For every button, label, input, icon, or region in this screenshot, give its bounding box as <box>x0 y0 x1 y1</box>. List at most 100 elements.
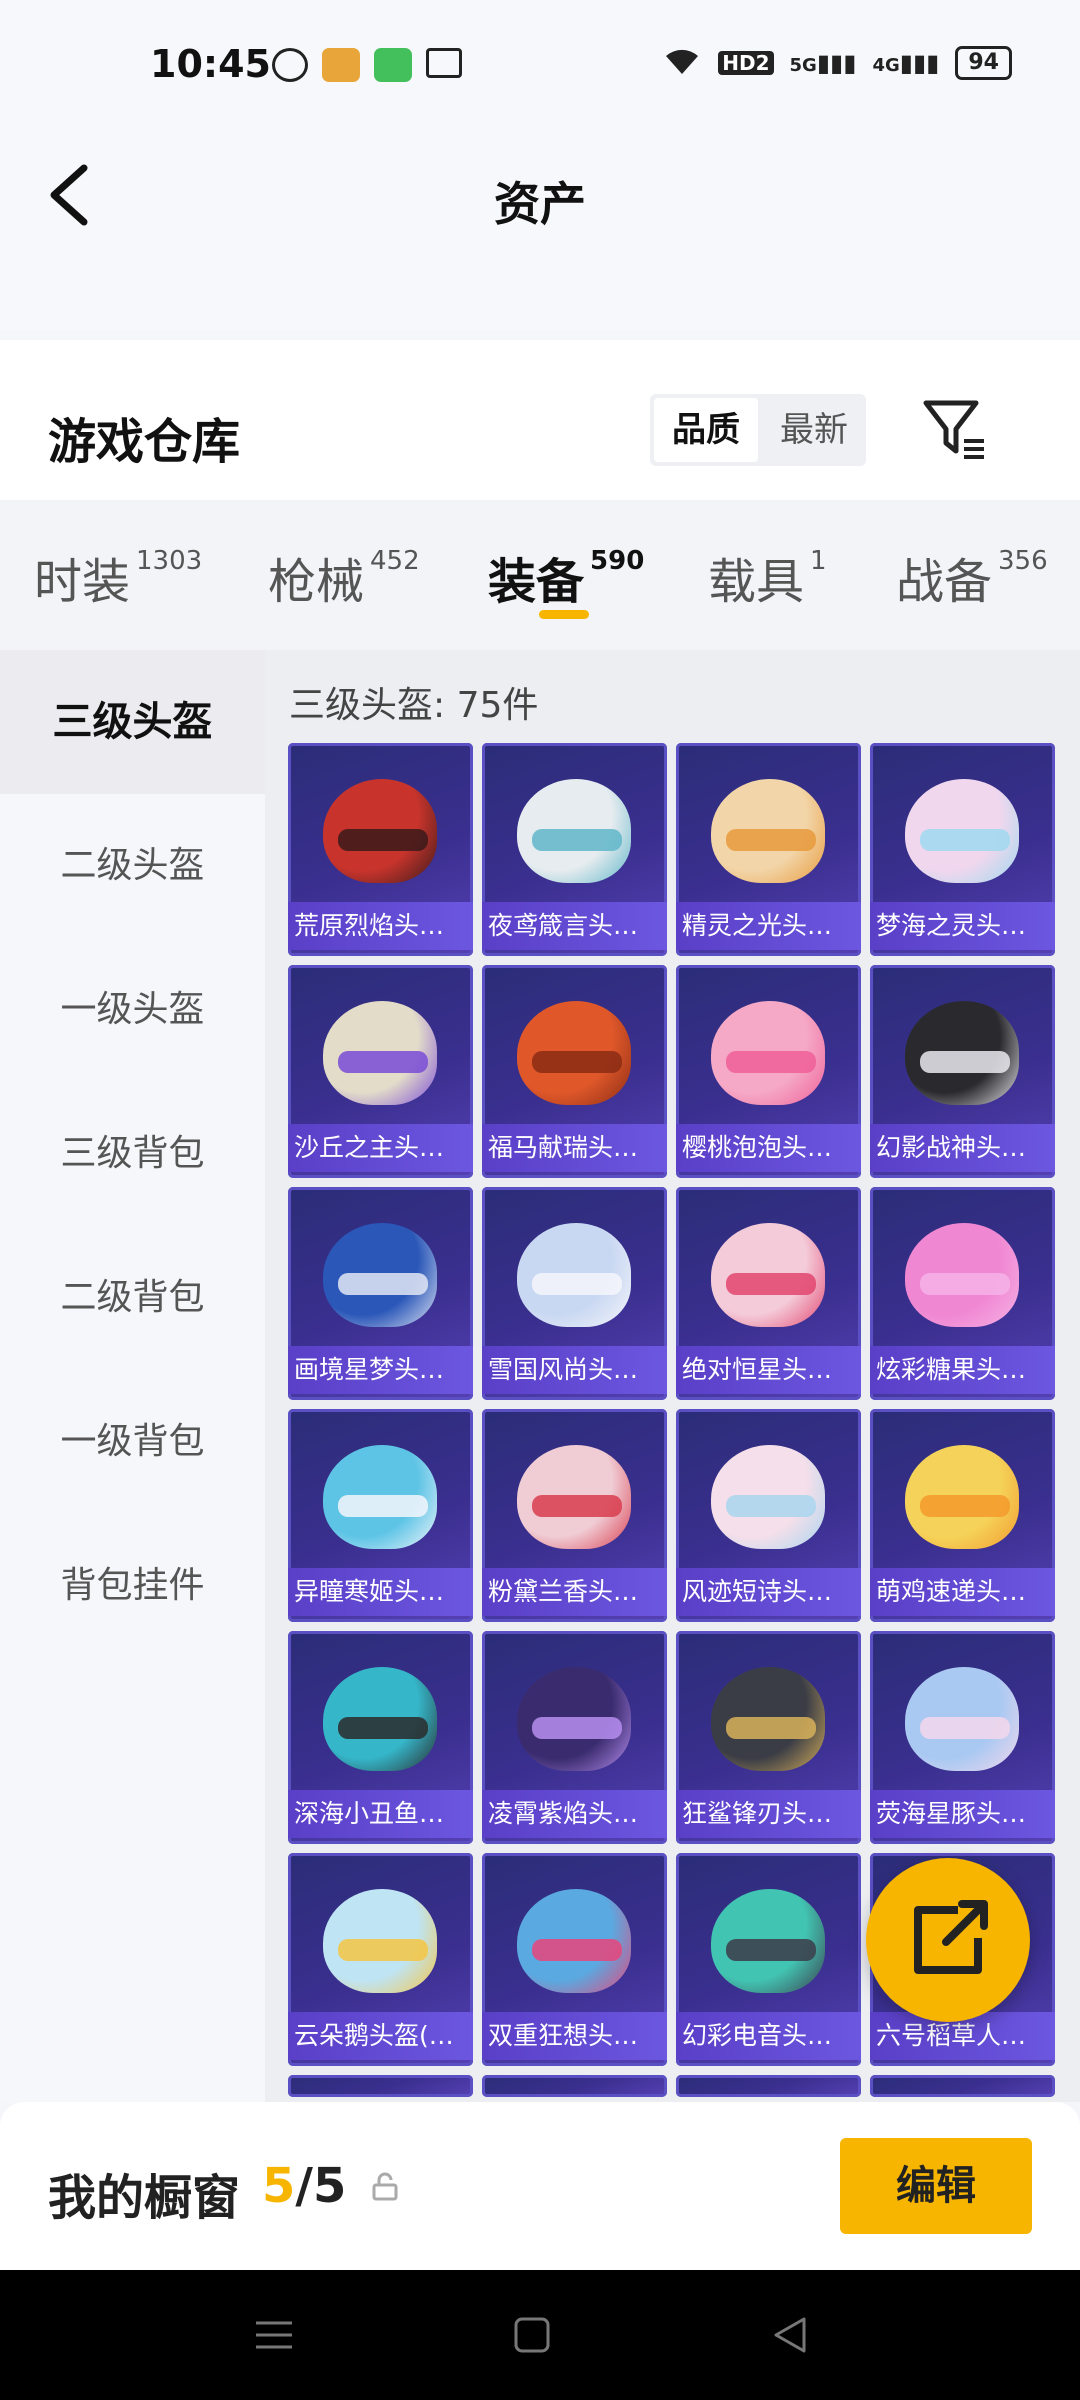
edit-button[interactable]: 编辑 <box>840 2138 1032 2234</box>
mail-icon <box>426 48 462 78</box>
item-name: 荧海星豚头盔... <box>870 1790 1055 1838</box>
showcase-total: 5 <box>312 2158 347 2214</box>
sidebar-item-level1-helmet[interactable]: 一级头盔 <box>0 938 265 1082</box>
hd-badge: HD2 <box>718 51 774 75</box>
item-card[interactable]: 狂鲨锋刃头盔... <box>676 1631 861 1844</box>
grid-title: 三级头盔: 75件 <box>289 685 539 726</box>
sidebar-item-backpack-charm[interactable]: 背包挂件 <box>0 1514 265 1658</box>
status-time: 10:45 <box>150 42 271 86</box>
helmet-visor <box>532 1717 622 1739</box>
showcase-current: 5 <box>262 2158 296 2214</box>
signal-5g-icon: 5G▮▮▮ <box>789 49 857 77</box>
item-name: 樱桃泡泡头盔... <box>676 1124 861 1172</box>
network-label-5g: 5G <box>789 55 817 76</box>
showcase-separator: / <box>295 2158 313 2214</box>
tab-weapons[interactable]: 枪械 452 <box>268 542 420 612</box>
item-card[interactable]: 梦海之灵头盔... <box>870 743 1055 956</box>
helmet-visor <box>532 1939 622 1961</box>
item-card[interactable]: 夜鸢箴言头盔... <box>482 743 667 956</box>
back-nav-icon[interactable] <box>768 2313 812 2357</box>
item-card[interactable]: 沙丘之主头盔... <box>288 965 473 1178</box>
helmet-visor <box>920 1273 1010 1295</box>
item-name: 画境星梦头盔... <box>288 1346 473 1394</box>
item-name: 幻影战神头盔... <box>870 1124 1055 1172</box>
item-card[interactable] <box>676 2075 861 2097</box>
tab-count: 1303 <box>136 546 203 576</box>
tab-count: 356 <box>998 546 1048 576</box>
active-tab-indicator <box>539 610 589 619</box>
item-card[interactable] <box>870 2075 1055 2097</box>
home-icon[interactable] <box>510 2313 554 2357</box>
sort-toggle: 品质 最新 <box>650 394 866 466</box>
item-card[interactable]: 画境星梦头盔... <box>288 1187 473 1400</box>
share-icon <box>914 1900 988 1974</box>
item-name: 粉黛兰香头盔... <box>482 1568 667 1616</box>
tab-label: 装备 <box>488 554 585 610</box>
sidebar-item-level3-backpack[interactable]: 三级背包 <box>0 1082 265 1226</box>
item-name: 幻彩电音头盔... <box>676 2012 861 2060</box>
item-card[interactable]: 粉黛兰香头盔... <box>482 1409 667 1622</box>
sort-quality-button[interactable]: 品质 <box>654 398 758 462</box>
item-card[interactable]: 萌鸡速递头盔... <box>870 1409 1055 1622</box>
item-card[interactable]: 幻影战神头盔... <box>870 965 1055 1178</box>
page-title: 资产 <box>494 177 586 231</box>
helmet-visor <box>726 1051 816 1073</box>
item-card[interactable]: 云朵鹅头盔(3... <box>288 1853 473 2066</box>
status-indicators: HD2 5G▮▮▮ 4G▮▮▮ 94 <box>662 44 1012 82</box>
item-card[interactable]: 幻彩电音头盔... <box>676 1853 861 2066</box>
item-name: 双重狂想头盔... <box>482 2012 667 2060</box>
item-card[interactable]: 凌霄紫焰头盔... <box>482 1631 667 1844</box>
sidebar-item-level3-helmet[interactable]: 三级头盔 <box>0 650 265 794</box>
item-name: 梦海之灵头盔... <box>870 902 1055 950</box>
sidebar-item-level2-helmet[interactable]: 二级头盔 <box>0 794 265 938</box>
item-card[interactable] <box>482 2075 667 2097</box>
game-app-icon <box>322 48 360 82</box>
item-name: 炫彩糖果头盔... <box>870 1346 1055 1394</box>
item-name: 异瞳寒姬头盔... <box>288 1568 473 1616</box>
filter-button[interactable] <box>920 395 990 465</box>
notification-icons <box>272 48 462 82</box>
item-card[interactable]: 福马献瑞头盔... <box>482 965 667 1178</box>
item-card[interactable]: 樱桃泡泡头盔... <box>676 965 861 1178</box>
battery-icon: 94 <box>955 46 1012 80</box>
item-name: 福马献瑞头盔... <box>482 1124 667 1172</box>
item-card[interactable]: 异瞳寒姬头盔... <box>288 1409 473 1622</box>
sidebar-item-level2-backpack[interactable]: 二级背包 <box>0 1226 265 1370</box>
menu-icon[interactable] <box>252 2313 296 2357</box>
tab-count: 590 <box>590 546 645 576</box>
item-name: 云朵鹅头盔(3... <box>288 2012 473 2060</box>
item-card[interactable]: 精灵之光头盔... <box>676 743 861 956</box>
helmet-visor <box>726 1717 816 1739</box>
item-card[interactable]: 双重狂想头盔... <box>482 1853 667 2066</box>
item-card[interactable]: 炫彩糖果头盔... <box>870 1187 1055 1400</box>
item-name: 萌鸡速递头盔... <box>870 1568 1055 1616</box>
helmet-visor <box>338 1495 428 1517</box>
item-card[interactable]: 荒原烈焰头盔... <box>288 743 473 956</box>
item-card[interactable]: 绝对恒星头盔... <box>676 1187 861 1400</box>
item-card[interactable] <box>288 2075 473 2097</box>
item-name: 雪国风尚头盔... <box>482 1346 667 1394</box>
tab-count: 452 <box>370 546 420 576</box>
item-card[interactable]: 雪国风尚头盔... <box>482 1187 667 1400</box>
item-card[interactable]: 深海小丑鱼头... <box>288 1631 473 1844</box>
item-name: 狂鲨锋刃头盔... <box>676 1790 861 1838</box>
tab-supplies[interactable]: 战备 356 <box>896 542 1048 612</box>
helmet-visor <box>532 1495 622 1517</box>
item-name: 荒原烈焰头盔... <box>288 902 473 950</box>
helmet-visor <box>920 1051 1010 1073</box>
item-name: 沙丘之主头盔... <box>288 1124 473 1172</box>
tab-label: 时装 <box>34 554 131 610</box>
tab-equipment[interactable]: 装备 590 <box>488 542 644 612</box>
item-card[interactable]: 风迹短诗头盔... <box>676 1409 861 1622</box>
share-button[interactable] <box>866 1858 1030 2022</box>
network-label-4g: 4G <box>872 55 900 76</box>
helmet-visor <box>726 1273 816 1295</box>
sidebar-item-level1-backpack[interactable]: 一级背包 <box>0 1370 265 1514</box>
item-name: 凌霄紫焰头盔... <box>482 1790 667 1838</box>
tab-vehicles[interactable]: 载具 1 <box>708 542 827 612</box>
helmet-visor <box>338 1939 428 1961</box>
sort-newest-button[interactable]: 最新 <box>762 394 866 466</box>
tab-fashion[interactable]: 时装 1303 <box>34 542 202 612</box>
item-card[interactable]: 荧海星豚头盔... <box>870 1631 1055 1844</box>
tab-count: 1 <box>810 546 827 576</box>
